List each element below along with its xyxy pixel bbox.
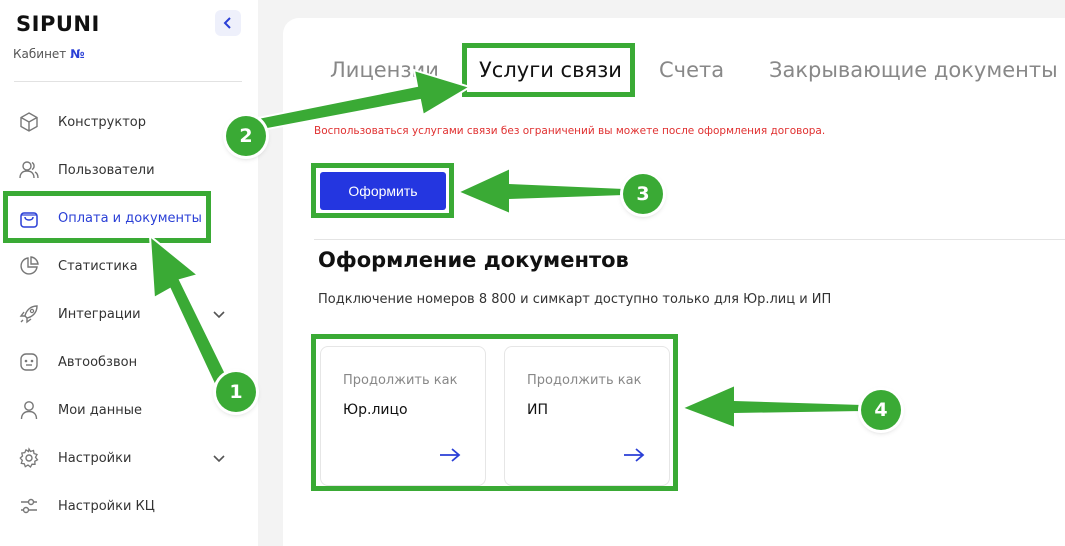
sliders-icon <box>21 498 37 514</box>
section-divider <box>314 239 1065 240</box>
sidebar-item-label: Мои данные <box>58 402 142 418</box>
tab-licenses[interactable]: Лицензии <box>330 58 439 82</box>
sidebar-item-label: Настройки <box>58 450 132 466</box>
step-badge-4: 4 <box>861 390 901 430</box>
cube-icon <box>20 112 38 132</box>
option-caption: Продолжить как <box>343 373 458 388</box>
sidebar-item-label: Интеграции <box>58 306 141 322</box>
pie-chart-icon <box>20 256 39 275</box>
sidebar-item-autodial[interactable]: Автообзвон <box>0 342 258 382</box>
sidebar-divider <box>14 81 242 82</box>
chevron-down-icon[interactable] <box>211 306 227 322</box>
gear-icon <box>19 447 39 468</box>
sidebar-item-contact-center-settings[interactable]: Настройки КЦ <box>0 486 258 526</box>
cabinet-number: № <box>70 47 85 61</box>
sidebar-item-label: Настройки КЦ <box>58 498 155 514</box>
section-subtitle: Подключение номеров 8 800 и симкарт дост… <box>318 292 832 307</box>
sidebar: SIPUNI Кабинет № Конструктор Пользователи… <box>0 0 258 546</box>
contract-notice: Воспользоваться услугами связи без огран… <box>314 125 826 137</box>
robot-icon <box>20 353 38 371</box>
sidebar-item-users[interactable]: Пользователи <box>0 150 258 190</box>
option-caption: Продолжить как <box>527 373 642 388</box>
bag-icon <box>20 212 38 228</box>
continue-as-entrepreneur-card[interactable]: Продолжить как ИП <box>504 346 670 486</box>
option-value: Юр.лицо <box>343 402 408 418</box>
arrow-right-icon <box>624 448 645 462</box>
arrow-right-icon <box>440 448 461 462</box>
chevron-down-icon[interactable] <box>211 450 227 466</box>
sidebar-item-payments[interactable]: Оплата и документы <box>0 198 258 238</box>
cabinet-info: Кабинет № <box>13 47 85 61</box>
app-logo: SIPUNI <box>16 12 100 36</box>
step-badge-3: 3 <box>623 174 663 214</box>
cabinet-label: Кабинет <box>13 47 67 61</box>
user-icon <box>20 401 38 420</box>
sidebar-item-label: Конструктор <box>58 114 146 130</box>
tab-closing-documents[interactable]: Закрывающие документы <box>769 58 1058 82</box>
sidebar-item-label: Автообзвон <box>58 354 138 370</box>
continue-as-legal-entity-card[interactable]: Продолжить как Юр.лицо <box>320 346 486 486</box>
sidebar-item-settings[interactable]: Настройки <box>0 438 258 478</box>
option-value: ИП <box>527 402 548 418</box>
chevron-left-icon <box>223 17 231 29</box>
sidebar-item-label: Оплата и документы <box>58 210 202 226</box>
step-badge-2: 2 <box>226 116 266 156</box>
sidebar-item-label: Статистика <box>58 258 138 274</box>
sidebar-item-constructor[interactable]: Конструктор <box>0 102 258 142</box>
tab-communication-services[interactable]: Услуги связи <box>479 58 622 82</box>
sidebar-item-statistics[interactable]: Статистика <box>0 246 258 286</box>
rocket-icon <box>19 305 38 324</box>
sidebar-item-integrations[interactable]: Интеграции <box>0 294 258 334</box>
users-icon <box>19 161 39 179</box>
collapse-sidebar-button[interactable] <box>215 10 241 36</box>
section-title: Оформление документов <box>318 248 629 272</box>
issue-button[interactable]: Оформить <box>320 172 446 210</box>
step-badge-1: 1 <box>216 372 256 412</box>
sidebar-item-label: Пользователи <box>58 162 155 178</box>
tab-invoices[interactable]: Счета <box>659 58 724 82</box>
